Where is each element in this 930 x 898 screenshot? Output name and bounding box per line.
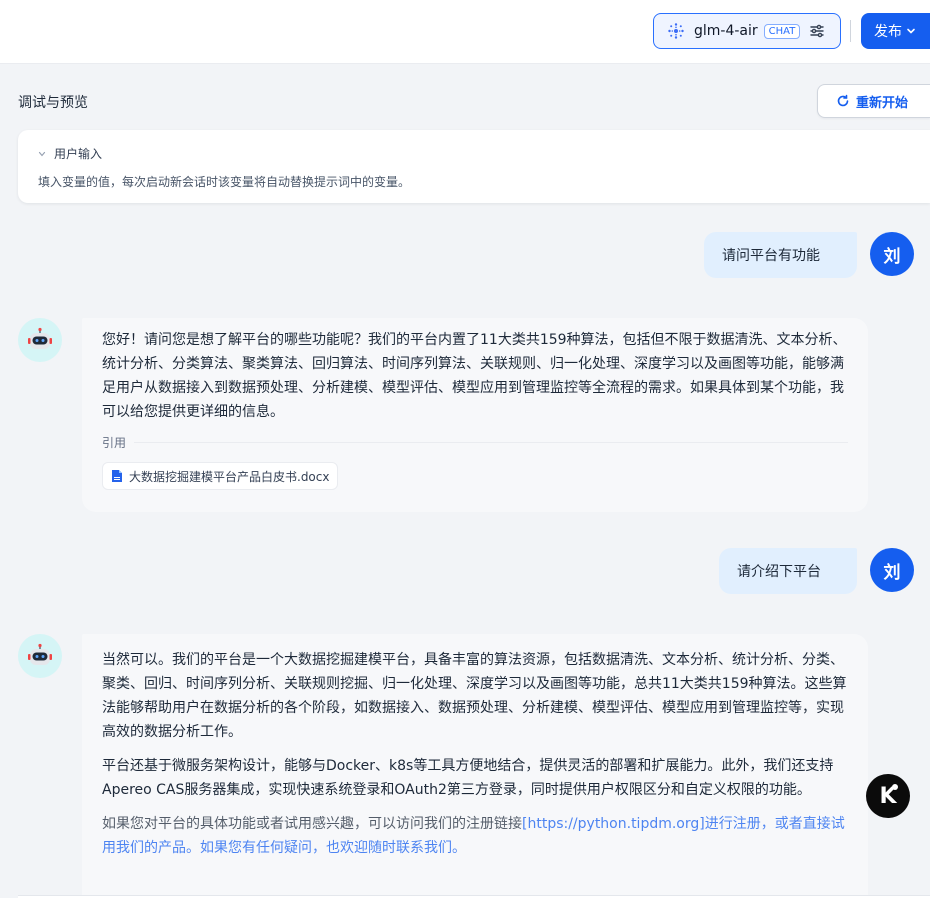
bot-paragraph: 平台还基于微服务架构设计，能够与Docker、k8s等工具方便地结合，提供灵活的…: [102, 758, 834, 798]
user-input-toggle[interactable]: 用户输入: [38, 145, 102, 162]
citation-file-name: 大数据挖掘建模平台产品白皮书.docx: [129, 469, 330, 484]
restart-label: 重新开始: [856, 95, 909, 111]
debug-preview-title: 调试与预览: [18, 95, 88, 111]
publish-button[interactable]: 发布: [861, 13, 930, 49]
chevron-down-icon: [906, 26, 916, 36]
bot-paragraph: 当然可以。我们的平台是一个大数据挖掘建模平台，具备丰富的算法资源，包括数据清洗、…: [102, 652, 847, 740]
assistant-k-icon[interactable]: K: [866, 774, 910, 818]
citation-header: 引用: [102, 434, 848, 451]
chevron-down-icon: [38, 150, 46, 158]
user-initial: 刘: [883, 246, 901, 267]
model-selector-button[interactable]: glm-4-air CHAT: [653, 13, 841, 49]
restart-button[interactable]: 重新开始: [817, 84, 930, 118]
user-message-text: 请介绍下平台: [737, 564, 821, 580]
bot-message-text: 当然可以。我们的平台是一个大数据挖掘建模平台，具备丰富的算法资源，包括数据清洗、…: [102, 648, 848, 860]
settings-sliders-icon[interactable]: [808, 22, 826, 40]
user-message-text: 请问平台有功能: [722, 248, 820, 264]
user-initial: 刘: [883, 562, 901, 583]
user-input-title: 用户输入: [54, 147, 103, 161]
model-name: glm-4-air: [694, 23, 758, 39]
robot-icon: [28, 327, 52, 349]
top-bar: glm-4-air CHAT 发布: [0, 0, 930, 64]
citation-label: 引用: [102, 436, 127, 450]
citation-divider: [134, 442, 848, 443]
robot-icon: [28, 643, 52, 665]
user-input-description: 填入变量的值，每次启动新会话时该变量将自动替换提示词中的变量。: [38, 175, 411, 189]
toolbar-divider: [850, 20, 851, 42]
model-spark-icon: [666, 21, 686, 41]
document-icon: [111, 469, 123, 483]
user-message: 请介绍下平台: [719, 548, 857, 594]
bot-avatar: [18, 318, 62, 362]
user-input-panel: 用户输入 填入变量的值，每次启动新会话时该变量将自动替换提示词中的变量。: [18, 130, 930, 203]
bot-avatar: [18, 634, 62, 678]
refresh-icon: [836, 94, 850, 108]
bot-paragraph: 如果您对平台的具体功能或者试用感兴趣，可以访问我们的注册链接[https://p…: [102, 812, 848, 860]
bot-message: 您好！请问您是想了解平台的哪些功能呢？我们的平台内置了11大类共159种算法，包…: [82, 318, 868, 512]
bot-message: 当然可以。我们的平台是一个大数据挖掘建模平台，具备丰富的算法资源，包括数据清洗、…: [82, 634, 868, 898]
user-avatar: 刘: [870, 232, 914, 276]
user-avatar: 刘: [870, 548, 914, 592]
bot-paragraph-text: 如果您对平台的具体功能或者试用感兴趣，可以访问我们的注册链接: [102, 816, 522, 832]
citation-file-chip[interactable]: 大数据挖掘建模平台产品白皮书.docx: [102, 462, 339, 490]
model-mode-badge: CHAT: [763, 23, 801, 39]
bot-message-text: 您好！请问您是想了解平台的哪些功能呢？我们的平台内置了11大类共159种算法，包…: [102, 332, 847, 420]
user-message: 请问平台有功能: [704, 232, 857, 278]
publish-label: 发布: [874, 24, 902, 40]
